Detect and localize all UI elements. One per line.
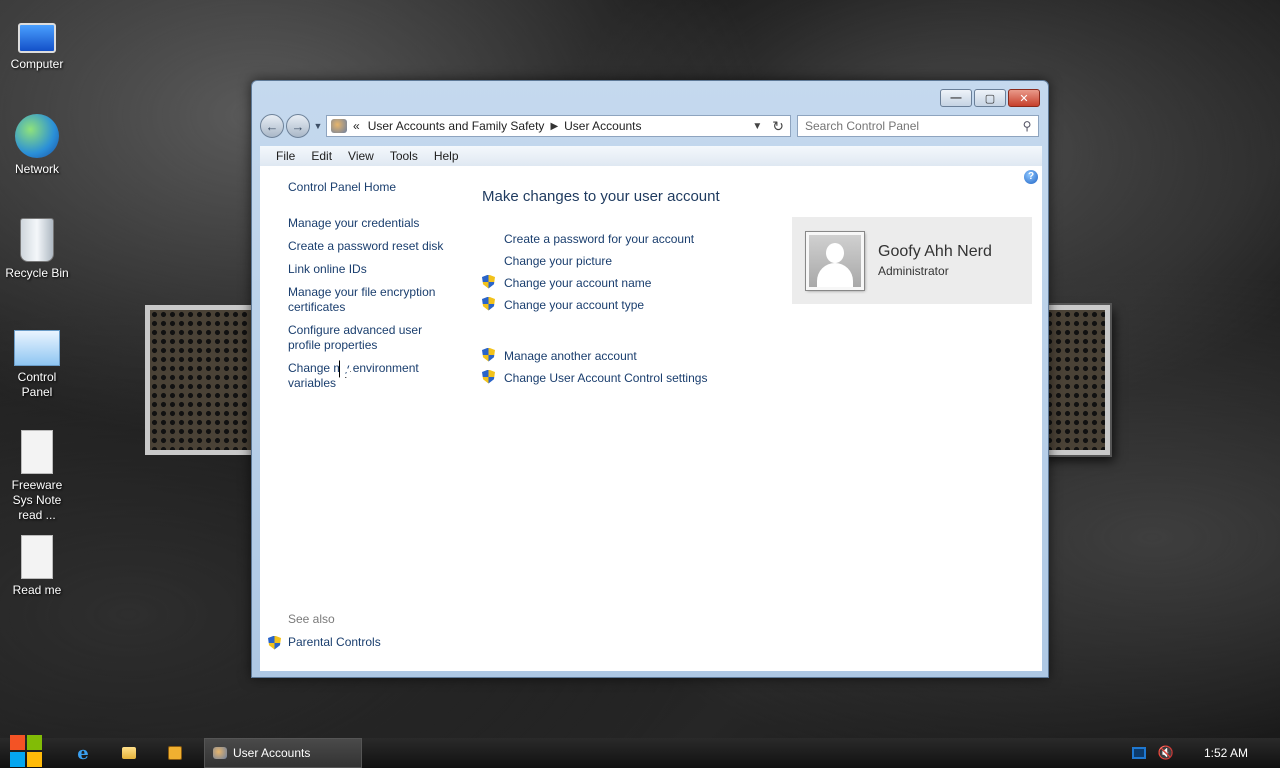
network-status-icon[interactable] <box>1131 747 1146 759</box>
media-player-icon <box>168 746 182 760</box>
uac-shield-icon <box>482 347 495 362</box>
left-pane: Control Panel Home Manage your credentia… <box>288 180 453 399</box>
link-online-ids-link[interactable]: Link online IDs <box>288 262 453 277</box>
taskbar-user-accounts[interactable]: User Accounts <box>204 738 362 768</box>
refresh-icon[interactable]: ↻ <box>772 118 784 135</box>
internet-explorer-icon: e <box>77 742 89 764</box>
user-accounts-icon <box>213 747 227 759</box>
advanced-profile-link[interactable]: Configure advanced user profile properti… <box>288 323 453 353</box>
user-accounts-icon <box>331 119 347 133</box>
taskbar-item-label: User Accounts <box>233 746 311 760</box>
search-input[interactable] <box>805 119 1016 133</box>
task-item: Create a password for your account <box>482 228 782 250</box>
manage-credentials-link[interactable]: Manage your credentials <box>288 216 453 231</box>
search-icon[interactable]: ⚲ <box>1016 119 1038 133</box>
chevron-right-icon[interactable]: ▶ <box>550 121 558 132</box>
desktop-icon-label: Network <box>14 162 59 176</box>
minimize-button[interactable]: — <box>940 89 972 107</box>
navigation-bar: ← → ▼ « User Accounts and Family Safety … <box>260 114 1040 138</box>
desktop-icon-read-me[interactable]: Read me <box>2 535 72 598</box>
desktop-icon-label: Recycle Bin <box>5 266 69 280</box>
desktop-icon-network[interactable]: Network <box>2 114 72 177</box>
taskbar-internet-explorer[interactable]: e <box>70 742 96 764</box>
uac-shield-icon <box>482 296 495 311</box>
computer-icon <box>18 23 56 53</box>
uac-settings-link[interactable]: Change User Account Control settings <box>504 371 707 385</box>
desktop-icon-label: Control Panel <box>17 370 57 399</box>
manage-another-account-link[interactable]: Manage another account <box>504 349 637 363</box>
user-name: Goofy Ahh Nerd <box>878 243 992 260</box>
change-account-type-link[interactable]: Change your account type <box>504 298 644 312</box>
network-icon <box>15 114 59 158</box>
page-title: Make changes to your user account <box>482 188 720 205</box>
wallpaper-letter-right <box>1040 305 1110 455</box>
desktop-icon-control-panel[interactable]: Control Panel <box>2 324 72 400</box>
folder-icon <box>122 747 136 759</box>
clock[interactable]: 1:52 AM <box>1204 746 1248 760</box>
create-password-link[interactable]: Create a password for your account <box>504 232 694 246</box>
task-list: Create a password for your account Chang… <box>482 228 782 389</box>
search-box: ⚲ <box>797 115 1039 137</box>
task-item: Change User Account Control settings <box>482 367 782 389</box>
uac-shield-icon <box>482 274 495 289</box>
user-role: Administrator <box>878 264 949 278</box>
desktop-icon-recycle-bin[interactable]: Recycle Bin <box>2 218 72 281</box>
task-item: Change your account name <box>482 272 782 294</box>
desktop-icon-freeware-note[interactable]: Freeware Sys Note read ... <box>2 430 72 523</box>
volume-muted-icon[interactable]: 🔇 <box>1158 745 1174 761</box>
see-also-item: Parental Controls <box>268 635 381 650</box>
address-history-dropdown[interactable]: ▼ <box>752 121 762 132</box>
menu-tools[interactable]: Tools <box>382 149 426 163</box>
help-icon[interactable]: ? <box>1024 170 1038 184</box>
start-button[interactable] <box>10 735 44 768</box>
document-icon <box>21 430 53 474</box>
system-tray: 🔇 1:52 AM <box>1131 745 1248 761</box>
content-area: ? Control Panel Home Manage your credent… <box>260 166 1042 671</box>
user-avatar <box>805 230 865 291</box>
user-card: Goofy Ahh Nerd Administrator <box>792 217 1032 304</box>
wallpaper-letter-left <box>145 305 260 455</box>
task-item: Manage another account <box>482 345 782 367</box>
desktop-icon-label: Read me <box>12 583 62 597</box>
breadcrumb-overflow[interactable]: « <box>353 119 360 133</box>
environment-variables-link[interactable]: Change my environment variables <box>288 361 453 391</box>
control-panel-home-link[interactable]: Control Panel Home <box>288 180 453 195</box>
window-controls: — ▢ ✕ <box>940 89 1040 107</box>
menu-bar: File Edit View Tools Help <box>260 146 1042 166</box>
uac-shield-icon <box>268 635 281 650</box>
desktop-icon-label: Computer <box>10 57 64 71</box>
change-picture-link[interactable]: Change your picture <box>504 254 612 268</box>
back-button[interactable]: ← <box>260 114 284 138</box>
user-info: Goofy Ahh Nerd Administrator <box>878 243 992 278</box>
menu-help[interactable]: Help <box>426 149 467 163</box>
breadcrumb-item-family-safety[interactable]: User Accounts and Family Safety <box>368 119 545 133</box>
see-also-heading: See also <box>288 612 335 626</box>
close-button[interactable]: ✕ <box>1008 89 1040 107</box>
task-item: Change your account type <box>482 294 782 316</box>
desktop-icon-computer[interactable]: Computer <box>2 15 72 72</box>
menu-view[interactable]: View <box>340 149 382 163</box>
file-encryption-link[interactable]: Manage your file encryption certificates <box>288 285 453 315</box>
desktop-icon-label: Freeware Sys Note read ... <box>11 478 63 522</box>
taskbar-file-explorer[interactable] <box>116 742 142 764</box>
menu-edit[interactable]: Edit <box>303 149 340 163</box>
parental-controls-link[interactable]: Parental Controls <box>288 635 381 650</box>
task-item: Change your picture <box>482 250 782 272</box>
uac-shield-icon <box>482 369 495 384</box>
taskbar-media-player[interactable] <box>162 742 188 764</box>
address-bar[interactable]: « User Accounts and Family Safety ▶ User… <box>326 115 791 137</box>
breadcrumb-item-user-accounts[interactable]: User Accounts <box>564 119 641 133</box>
taskbar: e User Accounts 🔇 1:52 AM <box>0 735 1280 768</box>
recent-pages-dropdown[interactable]: ▼ <box>312 121 324 131</box>
change-account-name-link[interactable]: Change your account name <box>504 276 651 290</box>
control-panel-icon <box>14 330 60 366</box>
document-icon <box>21 535 53 579</box>
maximize-button[interactable]: ▢ <box>974 89 1006 107</box>
user-accounts-window: — ▢ ✕ ← → ▼ « User Accounts and Family S… <box>251 80 1049 678</box>
menu-file[interactable]: File <box>268 149 303 163</box>
password-reset-disk-link[interactable]: Create a password reset disk <box>288 239 453 254</box>
recycle-bin-icon <box>20 218 54 262</box>
forward-button[interactable]: → <box>286 114 310 138</box>
